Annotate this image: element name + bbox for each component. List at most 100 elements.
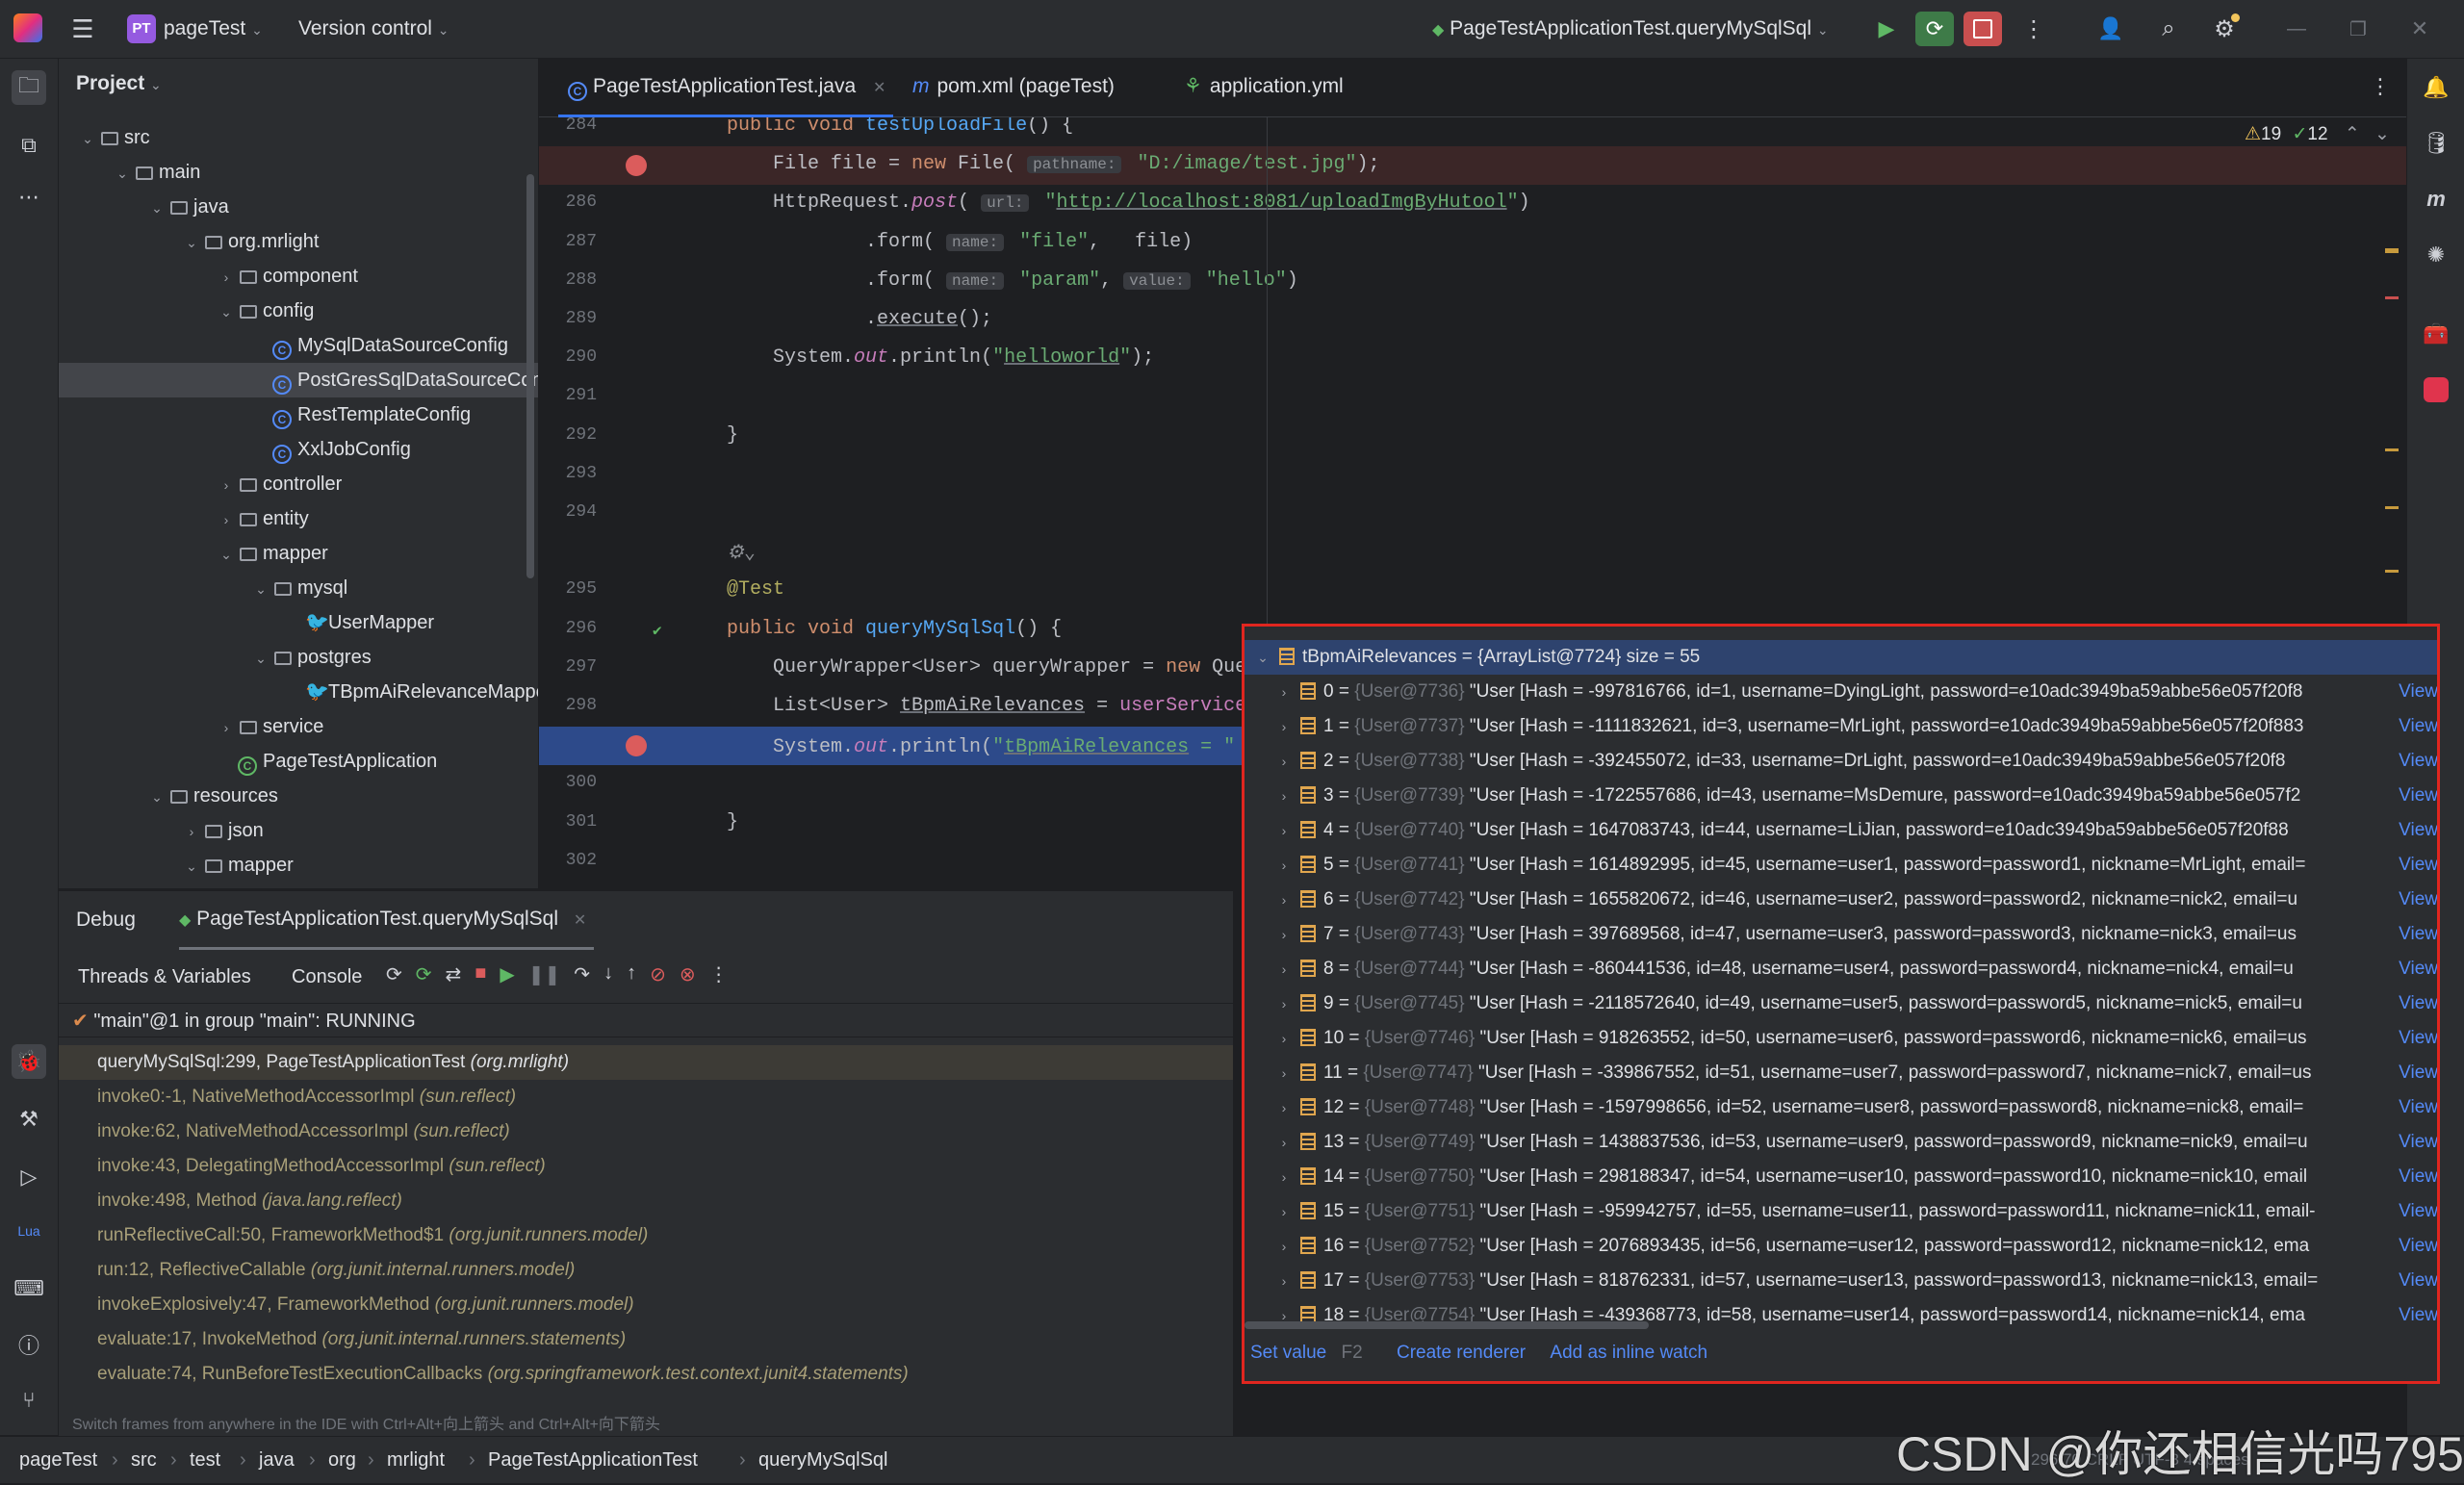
breadcrumb-item[interactable]: test <box>190 1437 220 1483</box>
chevron-down-icon[interactable]: ⌄ <box>182 225 201 260</box>
line-number[interactable]: 292 <box>539 425 597 445</box>
tree-node[interactable]: ⌄ mapper <box>59 536 538 571</box>
code-line[interactable]: ⚙⌄ <box>727 540 756 565</box>
reload-classes-icon[interactable]: ⇄ <box>446 962 462 993</box>
git-tool-icon[interactable]: ⑂ <box>12 1383 46 1418</box>
view-link[interactable]: View <box>2395 917 2437 952</box>
code-line[interactable]: System.out.println("helloworld"); <box>727 346 1154 369</box>
chevron-down-icon[interactable]: ⌄ <box>113 156 132 191</box>
line-number[interactable]: 293 <box>539 464 597 483</box>
error-stripe-mark[interactable] <box>2385 248 2399 253</box>
tree-node[interactable]: ⌄ mysql <box>59 571 538 605</box>
project-badge[interactable]: PT <box>127 14 156 43</box>
tree-node[interactable]: C PageTestApplication <box>59 744 538 779</box>
list-item[interactable]: › 12 = {User@7748} "User [Hash = -1597998… <box>1245 1090 2437 1125</box>
list-item[interactable]: › 16 = {User@7752} "User [Hash = 20768934… <box>1245 1229 2437 1264</box>
line-number[interactable]: 294 <box>539 502 597 522</box>
error-stripe-mark[interactable] <box>2385 296 2399 299</box>
more-icon[interactable]: ⋮ <box>709 962 729 993</box>
chevron-down-icon[interactable]: ⌄ <box>2374 124 2390 144</box>
tree-node[interactable]: C PostGresSqlDataSourceConfig <box>59 363 538 397</box>
tab-console[interactable]: Console <box>292 966 362 988</box>
tree-node[interactable]: › service <box>59 709 538 744</box>
maven-icon[interactable]: m <box>2419 182 2453 217</box>
chevron-up-icon[interactable]: ⌃ <box>2345 124 2360 144</box>
line-number[interactable]: 301 <box>539 812 597 832</box>
chevron-right-icon[interactable]: › <box>182 814 201 849</box>
line-number[interactable]: 297 <box>539 657 597 677</box>
tab-pom-xml[interactable]: m pom.xml (pageTest) <box>912 59 1115 115</box>
error-stripe-mark[interactable] <box>2385 570 2399 573</box>
inspection-widget[interactable]: ⚠19 ✓12 ⌃ ⌄ <box>2241 123 2394 145</box>
code-line[interactable]: ⚙⌄ <box>727 888 756 889</box>
project-tool-icon[interactable]: 🗀 <box>12 70 46 105</box>
problems-tool-icon[interactable]: ⓘ <box>12 1327 46 1362</box>
error-stripe-mark[interactable] <box>2385 448 2399 451</box>
mute-breakpoints-icon[interactable]: ⊗ <box>680 962 696 993</box>
view-link[interactable]: View <box>2395 1160 2437 1194</box>
error-stripe-mark[interactable] <box>2385 506 2399 509</box>
chevron-right-icon[interactable]: › <box>217 710 236 745</box>
chevron-right-icon[interactable]: › <box>1273 1090 1295 1125</box>
chevron-down-icon[interactable]: ⌄ <box>217 294 236 329</box>
list-item[interactable]: › 15 = {User@7751} "User [Hash = -9599427… <box>1245 1194 2437 1229</box>
stack-frame[interactable]: invoke:62, NativeMethodAccessorImpl (sun… <box>59 1114 1233 1149</box>
tree-node[interactable]: ⌄ java <box>59 190 538 224</box>
tree-node[interactable]: ⌄ main <box>59 155 538 190</box>
tree-node[interactable]: ⌄ src <box>59 120 538 155</box>
line-number[interactable]: 290 <box>539 347 597 367</box>
view-link[interactable]: View <box>2395 744 2437 779</box>
rerun-failed-icon[interactable]: ⟳ <box>416 962 432 993</box>
stack-frame[interactable]: run:12, ReflectiveCallable (org.junit.in… <box>59 1253 1233 1288</box>
add-user-icon[interactable]: 👤 <box>2094 13 2127 44</box>
chevron-right-icon[interactable]: › <box>217 260 236 294</box>
rerun-debug-icon[interactable]: ⟳ <box>1915 12 1954 46</box>
tree-node[interactable]: C RestTemplateConfig <box>59 397 538 432</box>
search-icon[interactable]: ⌕ <box>2152 13 2185 44</box>
list-item[interactable]: › 2 = {User@7738} "User [Hash = -39245507… <box>1245 744 2437 779</box>
chevron-right-icon[interactable]: › <box>1273 848 1295 883</box>
pause-icon[interactable]: ❚❚ <box>528 962 561 993</box>
tab-page-test-application-test[interactable]: C PageTestApplicationTest.java ✕ <box>558 59 894 117</box>
stack-frame[interactable]: invoke0:-1, NativeMethodAccessorImpl (su… <box>59 1080 1233 1114</box>
line-number[interactable]: 289 <box>539 309 597 328</box>
plugin-red-icon[interactable] <box>2419 372 2453 407</box>
popup-scrollbar[interactable] <box>1245 1321 1649 1329</box>
view-link[interactable]: View <box>2395 848 2437 883</box>
close-window-icon[interactable]: ✕ <box>2400 13 2439 44</box>
structure-tool-icon[interactable]: ⧉ <box>12 128 46 163</box>
stack-frame[interactable]: invokeExplosively:47, FrameworkMethod (o… <box>59 1288 1233 1322</box>
run-icon[interactable]: ▶ <box>1871 13 1902 44</box>
chevron-right-icon[interactable]: › <box>1273 813 1295 848</box>
code-line[interactable]: } <box>727 811 738 833</box>
breadcrumb-item[interactable]: PageTestApplicationTest <box>488 1437 698 1483</box>
chevron-down-icon[interactable]: ⌄ <box>251 572 270 606</box>
tree-node[interactable]: ⌄ org.mrlight <box>59 224 538 259</box>
tree-node[interactable]: 🐦TBpmAiRelevanceMapper <box>59 675 538 709</box>
database-icon[interactable]: 🛢 <box>2419 126 2453 161</box>
chevron-right-icon[interactable]: › <box>1273 709 1295 744</box>
line-number[interactable]: 300 <box>539 773 597 792</box>
popup-header-row[interactable]: ⌄ tBpmAiRelevances = {ArrayList@7724} siz… <box>1245 640 2437 675</box>
chevron-right-icon[interactable]: › <box>217 502 236 537</box>
list-item[interactable]: › 10 = {User@7746} "User [Hash = 91826355… <box>1245 1021 2437 1056</box>
view-breakpoints-icon[interactable]: ⊘ <box>650 962 666 993</box>
line-number[interactable]: 286 <box>539 192 597 212</box>
run-config-selector[interactable]: ◆ PageTestApplicationTest.queryMySqlSql … <box>1432 13 1829 44</box>
tree-node[interactable]: C MySqlDataSourceConfig <box>59 328 538 363</box>
chevron-right-icon[interactable]: › <box>1273 779 1295 813</box>
variable-value-popup[interactable]: ⌄ tBpmAiRelevances = {ArrayList@7724} siz… <box>1242 624 2440 1384</box>
more-actions-icon[interactable]: ⋮ <box>2019 13 2048 44</box>
more-tools-icon[interactable]: ⋯ <box>12 180 46 215</box>
line-number[interactable]: 296 <box>539 619 597 638</box>
view-link[interactable]: View <box>2395 1021 2437 1056</box>
chevron-right-icon[interactable]: › <box>1273 1264 1295 1298</box>
stack-frame[interactable]: invoke:498, Method (java.lang.reflect) <box>59 1184 1233 1218</box>
code-line[interactable]: @Test <box>727 578 784 601</box>
stack-frame[interactable]: evaluate:74, RunBeforeTestExecutionCallb… <box>59 1357 1233 1392</box>
step-over-icon[interactable]: ↷ <box>574 962 590 993</box>
close-tab-icon[interactable]: ✕ <box>574 912 586 929</box>
chevron-right-icon[interactable]: › <box>1273 1056 1295 1090</box>
chevron-right-icon[interactable]: › <box>1273 917 1295 952</box>
chevron-right-icon[interactable]: › <box>1273 744 1295 779</box>
